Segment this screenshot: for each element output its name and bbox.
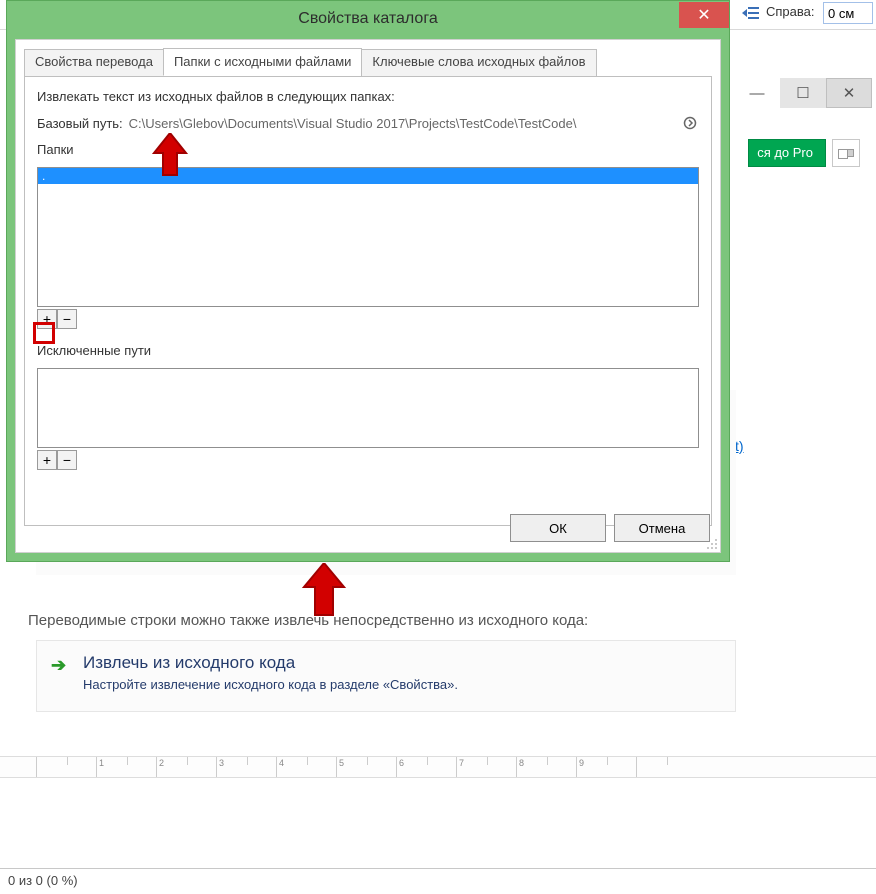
excluded-add-remove: + − xyxy=(37,450,699,470)
horizontal-ruler: 1 2 3 4 5 6 7 8 9 xyxy=(0,756,876,778)
instruction-text: Переводимые строки можно также извлечь н… xyxy=(28,612,588,629)
tab-translation-properties[interactable]: Свойства перевода xyxy=(24,49,164,77)
ruler-tick: 3 xyxy=(216,757,276,778)
browse-base-path-icon[interactable] xyxy=(681,114,699,132)
ruler-tick: 5 xyxy=(336,757,396,778)
ruler-tick: 9 xyxy=(576,757,636,778)
extract-card-heading: Извлечь из исходного кода xyxy=(83,653,723,673)
dialog-close-button[interactable]: ✕ xyxy=(679,2,729,28)
partial-link[interactable]: t) xyxy=(735,438,744,454)
cancel-button[interactable]: Отмена xyxy=(614,514,710,542)
folders-add-remove: + − xyxy=(37,309,699,329)
excluded-paths-label: Исключенные пути xyxy=(37,343,699,358)
arrow-right-icon: ➔ xyxy=(51,655,69,673)
tab-source-folders[interactable]: Папки с исходными файлами xyxy=(163,48,362,76)
folders-label: Папки xyxy=(37,142,699,157)
resize-grip-icon[interactable] xyxy=(704,536,718,550)
ruler-tick: 6 xyxy=(396,757,456,778)
right-margin-label: Справа: xyxy=(766,4,815,19)
excluded-remove-button[interactable]: − xyxy=(57,450,77,470)
tab-strip: Свойства перевода Папки с исходными файл… xyxy=(24,48,712,76)
dialog-body: Свойства перевода Папки с исходными файл… xyxy=(15,39,721,553)
ruler-tick: 2 xyxy=(156,757,216,778)
status-bar: 0 из 0 (0 %) xyxy=(0,868,876,894)
extract-from-source-card[interactable]: ➔ Извлечь из исходного кода Настройте из… xyxy=(36,640,736,712)
indent-right-icon[interactable] xyxy=(740,4,762,22)
minimize-button[interactable]: — xyxy=(734,78,780,108)
dialog-title: Свойства каталога xyxy=(7,1,729,37)
extract-text-label: Извлекать текст из исходных файлов в сле… xyxy=(37,89,699,104)
window-close-button[interactable]: ✕ xyxy=(826,78,872,108)
right-margin-input[interactable] xyxy=(823,2,873,24)
tab-source-keywords[interactable]: Ключевые слова исходных файлов xyxy=(361,49,596,77)
folders-remove-button[interactable]: − xyxy=(57,309,77,329)
excluded-paths-listbox[interactable] xyxy=(37,368,699,448)
base-path-row: Базовый путь: C:\Users\Glebov\Documents\… xyxy=(37,114,699,132)
sidebar-toggle[interactable] xyxy=(832,139,860,167)
base-path-label: Базовый путь: xyxy=(37,116,123,131)
ok-button[interactable]: ОК xyxy=(510,514,606,542)
upgrade-pro-button[interactable]: ся до Pro xyxy=(748,139,826,167)
ruler-tick: 1 xyxy=(96,757,156,778)
ruler-tick: 8 xyxy=(516,757,576,778)
ruler-tick: 7 xyxy=(456,757,516,778)
base-path-value: C:\Users\Glebov\Documents\Visual Studio … xyxy=(129,116,681,131)
catalog-properties-dialog: Свойства каталога ✕ Свойства перевода Па… xyxy=(6,0,730,562)
ruler-tick xyxy=(36,757,96,778)
tab-page-source-folders: Извлекать текст из исходных файлов в сле… xyxy=(24,76,712,526)
ruler-tick: 4 xyxy=(276,757,336,778)
extract-card-sub: Настройте извлечение исходного кода в ра… xyxy=(83,677,723,692)
excluded-add-button[interactable]: + xyxy=(37,450,57,470)
folders-list-item-selected[interactable]: . xyxy=(38,168,698,184)
ruler-tick xyxy=(636,757,696,778)
folders-add-button[interactable]: + xyxy=(37,309,57,329)
maximize-button[interactable]: ☐ xyxy=(780,78,826,108)
dialog-button-bar: ОК Отмена xyxy=(510,514,710,542)
folders-listbox[interactable]: . xyxy=(37,167,699,307)
